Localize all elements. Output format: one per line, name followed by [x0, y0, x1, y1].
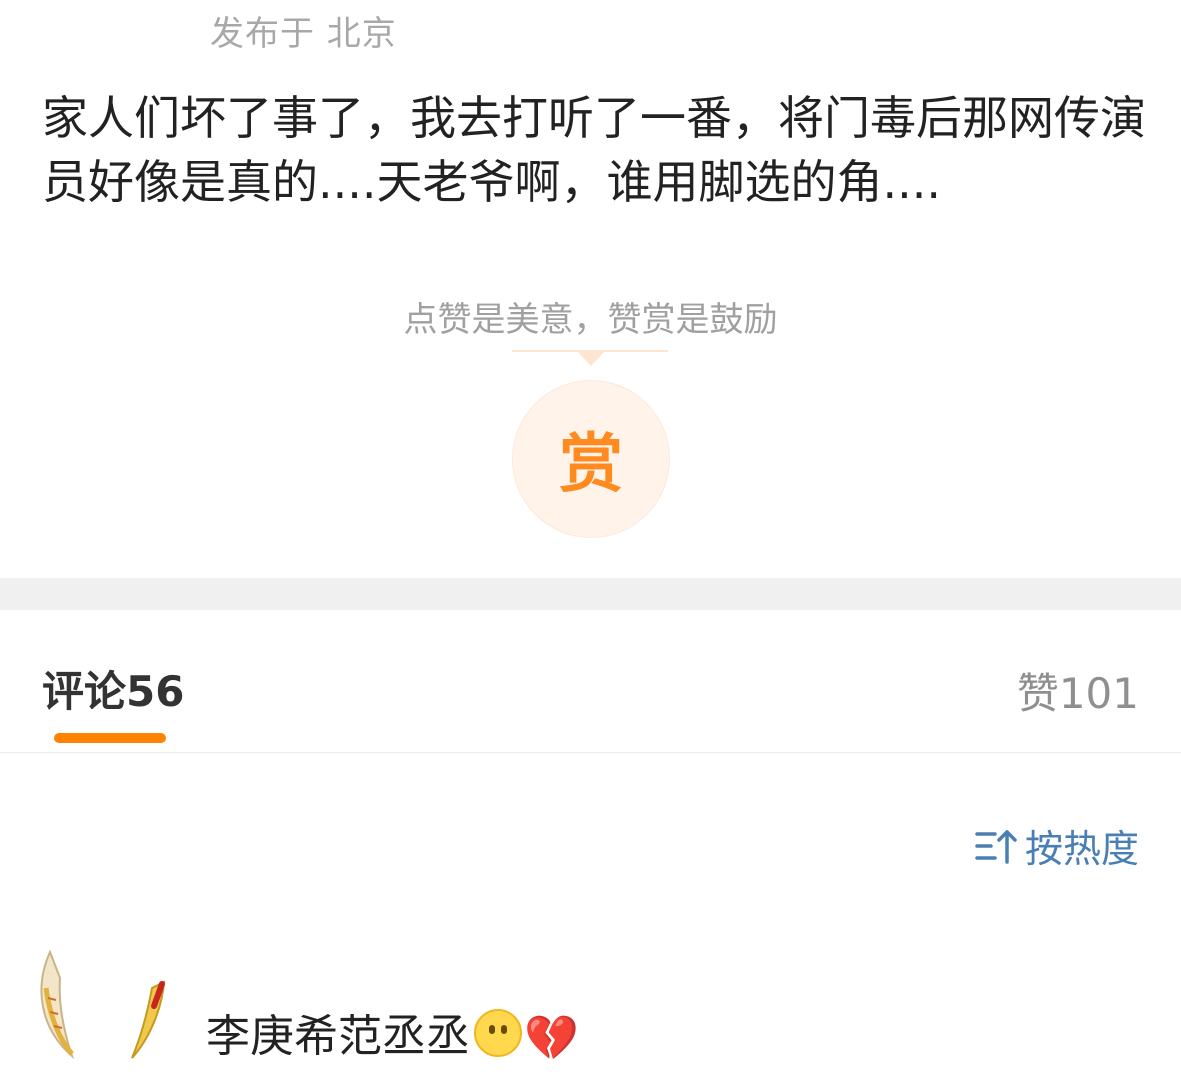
active-tab-indicator: [54, 733, 166, 743]
broken-heart-icon: 💔: [524, 1013, 579, 1064]
tab-comments[interactable]: 评论56: [42, 658, 184, 719]
tab-likes[interactable]: 赞101: [1017, 660, 1139, 721]
section-separator: [0, 578, 1181, 610]
post-body: 家人们坏了事了，我去打听了一番，将门毒后那网传演员好像是真的....天老爷啊，谁…: [42, 91, 1146, 209]
reward-caret-icon: [578, 352, 604, 366]
tab-likes-count: 101: [1058, 669, 1139, 718]
reward-button[interactable]: 赏: [512, 380, 670, 538]
emoji-face-icon: [474, 1009, 522, 1057]
tab-likes-label: 赞: [1016, 669, 1059, 718]
post-location: 发布于 北京: [210, 14, 397, 54]
comment-body: 李庚希范丞丞: [206, 1011, 470, 1062]
tab-divider: [0, 752, 1181, 753]
reward-hint: 点赞是美意，赞赏是鼓励: [403, 300, 778, 340]
tab-comments-label: 评论: [42, 667, 127, 716]
sort-label: 按热度: [1024, 827, 1139, 871]
comment-text: 李庚希范丞丞 💔: [206, 1000, 579, 1064]
reward-label: 赏: [559, 428, 623, 502]
tab-comments-count: 56: [126, 667, 185, 716]
sort-by-hot-button[interactable]: 按热度: [975, 818, 1139, 873]
avatar[interactable]: [36, 948, 170, 1060]
weibo-post-page: 发布于 北京 家人们坏了事了，我去打听了一番，将门毒后那网传演员好像是真的...…: [0, 0, 1181, 1080]
sort-icon: [975, 829, 1017, 864]
